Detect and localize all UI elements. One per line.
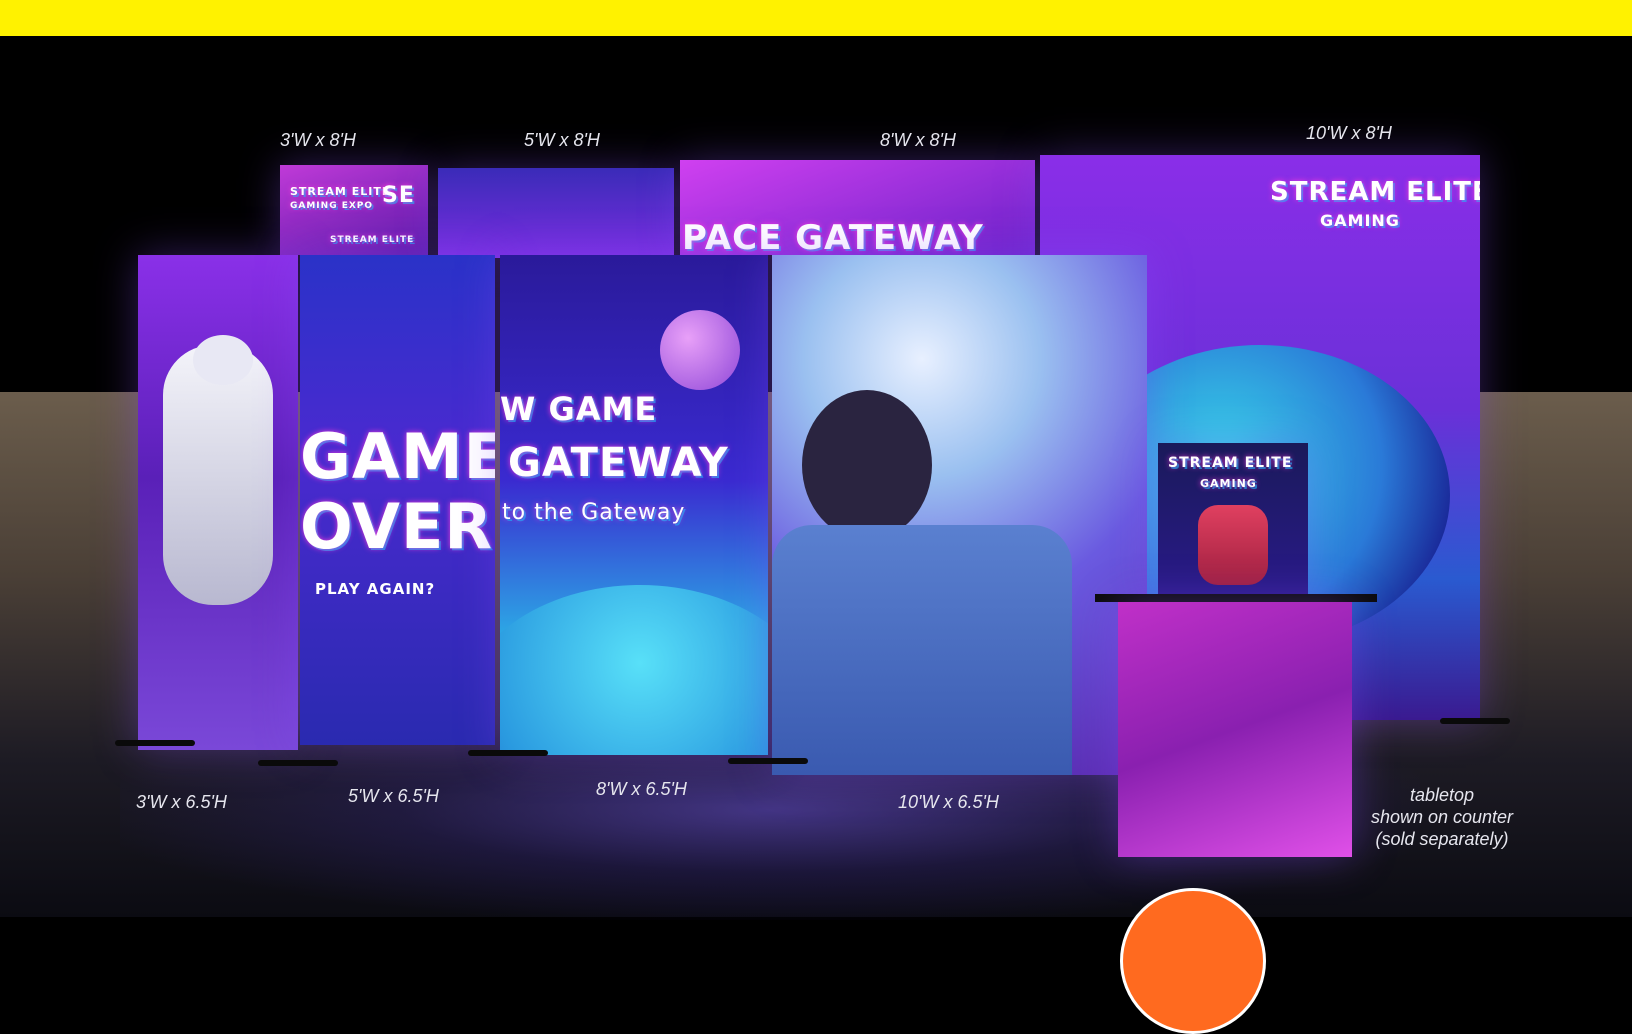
counter-top	[1095, 594, 1377, 602]
mech-robot-graphic	[1198, 505, 1268, 585]
display-8x65-subhead: to the Gateway	[502, 500, 686, 525]
person-body-graphic	[772, 525, 1072, 775]
label-10x8: 10'W x 8'H	[1306, 123, 1392, 143]
display-3x8-brand-text: STREAM ELITE	[290, 185, 391, 198]
display-foot	[115, 740, 195, 746]
label-10x65: 10'W x 6.5'H	[898, 792, 999, 812]
label-3x8: 3'W x 8'H	[280, 130, 356, 150]
display-foot	[1440, 718, 1510, 724]
display-3x8-logo-text: SE	[382, 183, 415, 208]
display-3x8-brand-text-2: STREAM ELITE	[330, 235, 415, 245]
label-tabletop-line1: tabletop	[1409, 785, 1475, 805]
display-3x65	[138, 255, 298, 750]
display-5x65-over-text: OVER	[300, 490, 494, 563]
label-tabletop-line2: shown on counter	[1370, 807, 1514, 827]
label-3x65: 3'W x 6.5'H	[136, 792, 227, 812]
label-8x8: 8'W x 8'H	[880, 130, 956, 150]
display-3x8-expo-text: GAMING EXPO	[290, 201, 374, 211]
tabletop-gaming-text: GAMING	[1200, 477, 1257, 490]
orange-badge-circle	[1120, 888, 1266, 1034]
person-head-graphic	[802, 390, 932, 540]
display-10x8-gaming-text: GAMING	[1320, 211, 1400, 230]
ringed-planet-graphic	[660, 310, 740, 390]
label-tabletop: tabletop shown on counter (sold separate…	[1352, 784, 1532, 850]
display-foot	[468, 750, 548, 756]
tabletop-brand-text: STREAM ELITE	[1168, 455, 1293, 471]
label-8x65: 8'W x 6.5'H	[596, 779, 687, 799]
counter-base	[1118, 602, 1352, 857]
display-8x8: PACE GATEWAY	[680, 160, 1035, 255]
moon-surface-graphic	[500, 585, 768, 755]
display-3x8: STREAM ELITE GAMING EXPO SE STREAM ELITE	[280, 165, 428, 255]
display-5x8	[438, 168, 674, 258]
robot-head-graphic	[193, 335, 253, 385]
tabletop-display: STREAM ELITE GAMING	[1158, 443, 1308, 598]
display-8x8-headline: PACE GATEWAY	[682, 218, 984, 255]
label-5x65: 5'W x 6.5'H	[348, 786, 439, 806]
display-8x65-headline-1: W GAME	[500, 390, 658, 428]
top-banner-bar	[0, 0, 1632, 36]
display-8x65-headline-2: GATEWAY	[508, 440, 729, 486]
label-5x8: 5'W x 8'H	[524, 130, 600, 150]
display-5x65: GAME OVER PLAY AGAIN?	[300, 255, 495, 745]
display-foot	[728, 758, 808, 764]
display-10x8-brand-text: STREAM ELITE	[1270, 177, 1480, 207]
label-tabletop-line3: (sold separately)	[1375, 829, 1509, 849]
display-10x65	[772, 255, 1147, 775]
display-5x65-game-text: GAME	[300, 420, 495, 493]
display-foot	[258, 760, 338, 766]
display-5x65-play-again-text: PLAY AGAIN?	[315, 580, 436, 598]
display-8x65: W GAME GATEWAY to the Gateway	[500, 255, 768, 755]
